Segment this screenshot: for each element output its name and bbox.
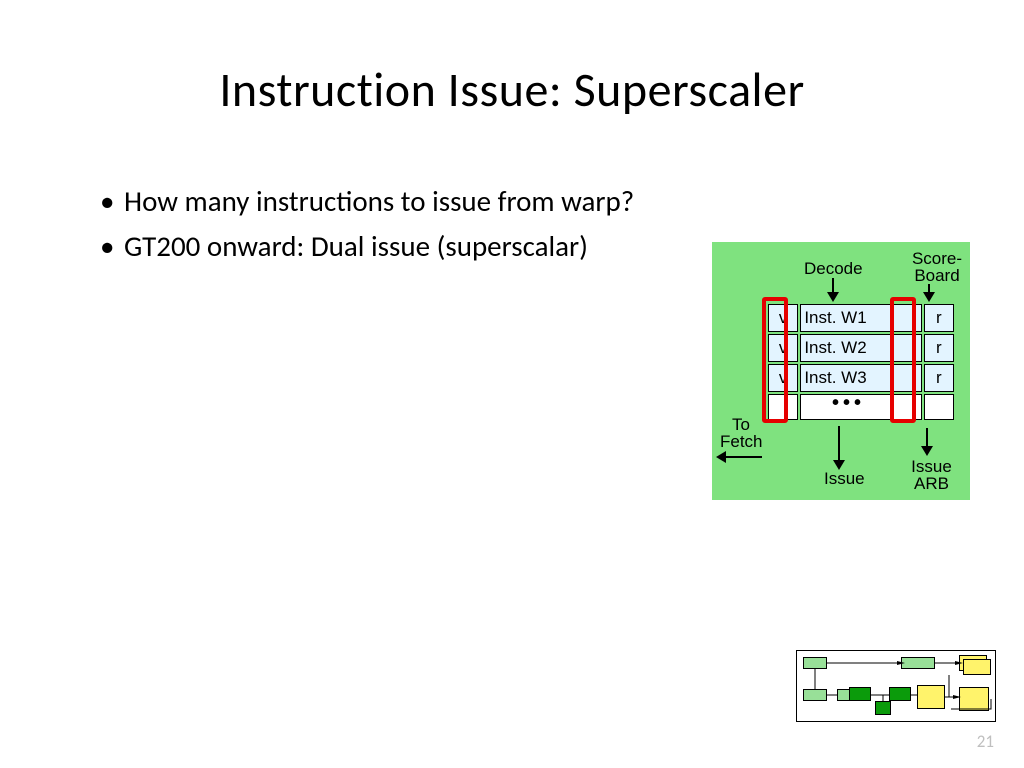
ready-bit: r — [924, 364, 954, 392]
slide-title: Instruction Issue: Superscaler — [0, 60, 1024, 119]
highlight-valid-column — [762, 297, 788, 423]
buffer-row: v Inst. W1 r — [768, 304, 954, 332]
label-scoreboard: Score-Board — [904, 250, 970, 284]
buffer-row: v Inst. W2 r — [768, 334, 954, 362]
slide: Instruction Issue: Superscaler How many … — [0, 0, 1024, 768]
page-number: 21 — [977, 731, 994, 752]
ready-bit: r — [924, 304, 954, 332]
bullet-list: How many instructions to issue from warp… — [100, 185, 640, 276]
ready-bit: r — [924, 334, 954, 362]
label-issue: Issue — [824, 470, 865, 487]
label-to-fetch: ToFetch — [720, 416, 762, 450]
pipe-connectors — [797, 651, 997, 723]
bullet-item: GT200 onward: Dual issue (superscalar) — [100, 230, 640, 263]
label-decode: Decode — [804, 260, 863, 277]
highlight-ready-column — [890, 297, 916, 423]
bullet-item: How many instructions to issue from warp… — [100, 185, 640, 218]
label-issue-arb: IssueARB — [904, 458, 959, 492]
ellipsis-icon: ••• — [832, 392, 865, 415]
pipeline-diagram — [796, 650, 996, 722]
issue-buffer-diagram: Decode Score-Board ToFetch Issue IssueAR… — [712, 242, 970, 500]
buffer-row: v Inst. W3 r — [768, 364, 954, 392]
